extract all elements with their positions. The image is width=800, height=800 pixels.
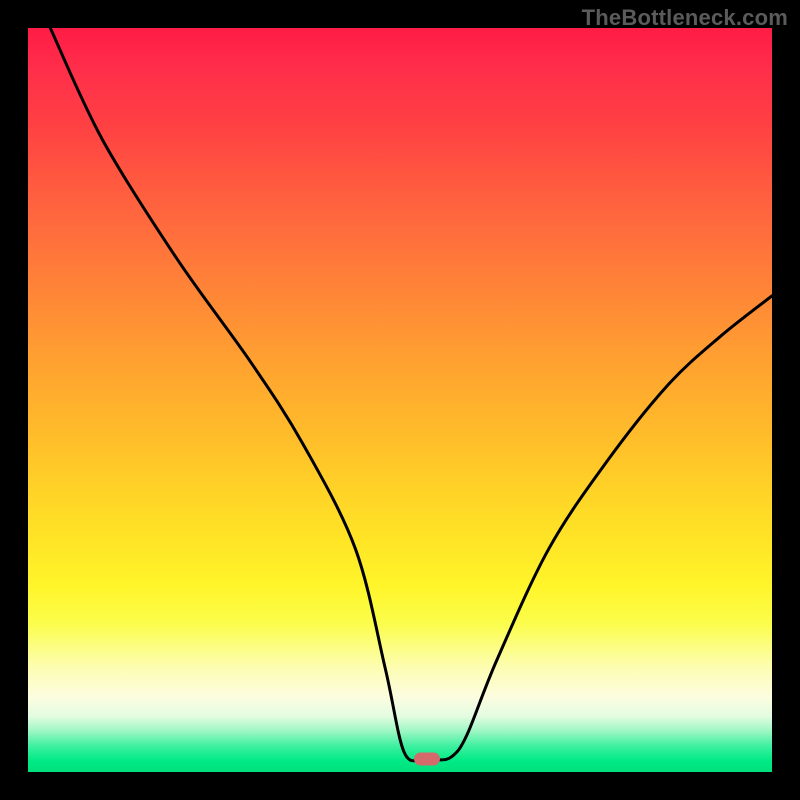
plot-area: [28, 28, 772, 772]
chart-container: TheBottleneck.com: [0, 0, 800, 800]
optimal-marker: [414, 753, 440, 766]
curve-svg: [28, 28, 772, 772]
watermark-text: TheBottleneck.com: [582, 5, 788, 31]
bottleneck-curve: [50, 28, 772, 761]
